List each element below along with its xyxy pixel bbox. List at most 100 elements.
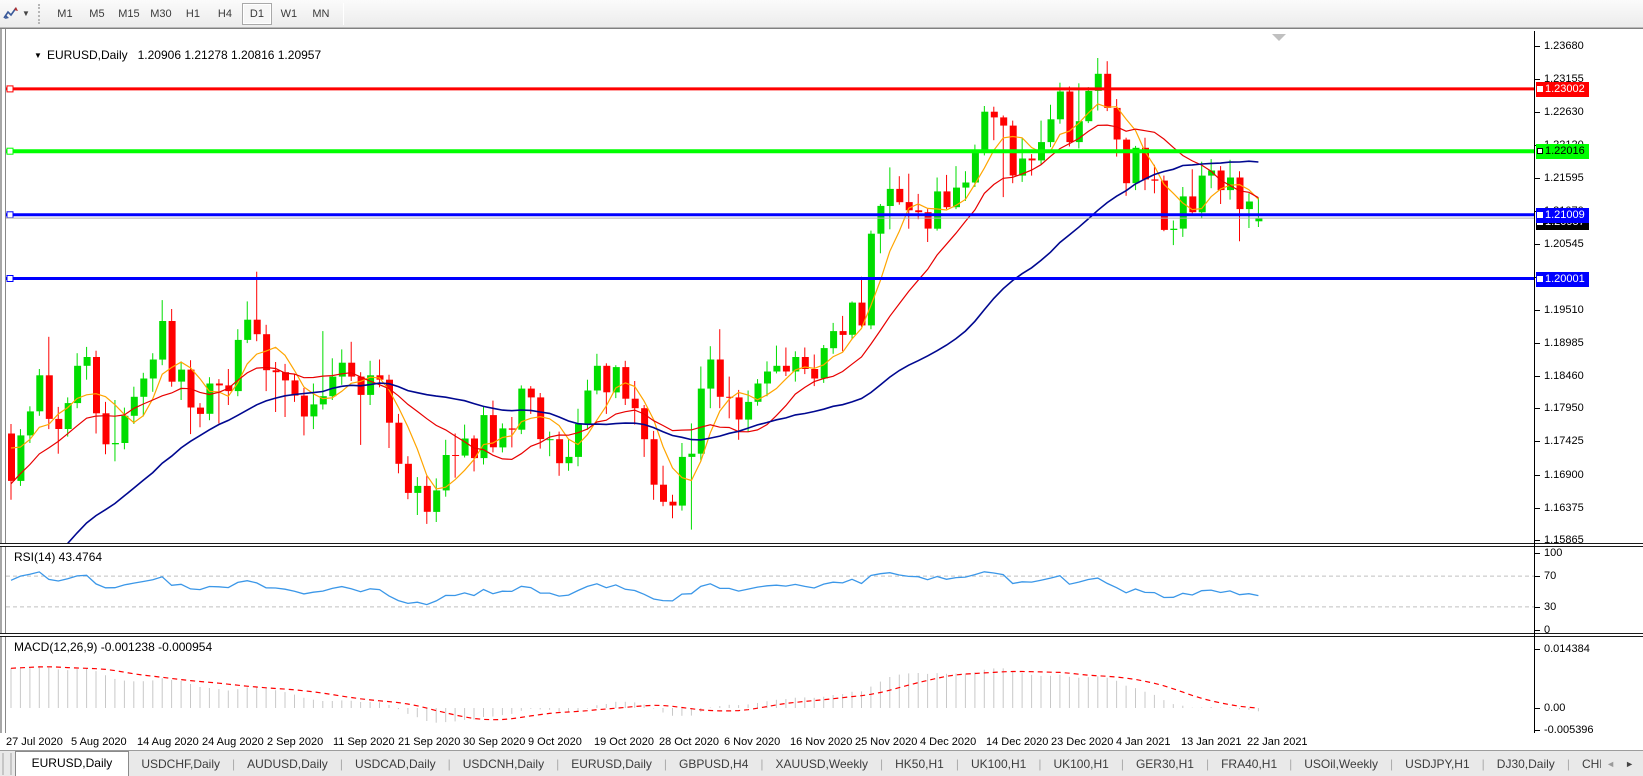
macd-canvas[interactable]	[6, 637, 1534, 733]
candlestick-canvas[interactable]	[6, 31, 1534, 543]
axis-tick-label-1.23680: 1.23680	[1544, 40, 1584, 52]
time-axis-label-24-aug-2020: 24 Aug 2020	[202, 736, 264, 748]
axis-tick	[1535, 475, 1540, 476]
timeframe-button-m15[interactable]: M15	[114, 3, 144, 25]
time-axis-label-16-nov-2020: 16 Nov 2020	[790, 736, 852, 748]
symbol-dropdown-icon[interactable]: ▼	[34, 51, 42, 60]
chart-tabs: EURUSD,DailyUSDCHF,Daily|AUDUSD,Daily|US…	[15, 751, 1602, 776]
chevron-down-icon[interactable]: ▼	[22, 9, 30, 18]
chart-ohlc-values: 1.20906 1.21278 1.20816 1.20957	[138, 48, 322, 62]
time-axis-label-4-dec-2020: 4 Dec 2020	[920, 736, 976, 748]
axis-tick-label-1.18460: 1.18460	[1544, 370, 1584, 382]
tabbar-grip	[2, 753, 12, 775]
axis-tick-label-1.21595: 1.21595	[1544, 172, 1584, 184]
tab-scroll-right-button[interactable]: ►	[1620, 759, 1639, 769]
axis-tick-label-1.17425: 1.17425	[1544, 435, 1584, 447]
chart-tab-ger30-h1[interactable]: GER30,H1	[1124, 753, 1206, 776]
chart-tab-china300-h1[interactable]: CHINA300,H1	[1570, 753, 1601, 776]
time-axis-label-25-nov-2020: 25 Nov 2020	[855, 736, 917, 748]
axis-tick-label-1.18985: 1.18985	[1544, 337, 1584, 349]
timeframe-button-mn[interactable]: MN	[306, 3, 336, 25]
chart-tab-usdcad-daily[interactable]: USDCAD,Daily	[343, 753, 448, 776]
axis-tick-label-1.16375: 1.16375	[1544, 502, 1584, 514]
tab-scroll-left-button[interactable]: ◄	[1601, 759, 1620, 769]
time-axis-label-27-jul-2020: 27 Jul 2020	[6, 736, 63, 748]
axis-tick	[1535, 607, 1540, 608]
price-axis[interactable]: 1.236801.231551.226301.221201.215951.210…	[1534, 31, 1643, 733]
timeframe-button-group: M1M5M15M30H1H4D1W1MN	[49, 3, 337, 25]
time-axis-label-19-oct-2020: 19 Oct 2020	[594, 736, 654, 748]
tab-scroll-controls: ◄ ►	[1601, 751, 1643, 776]
chart-tab-fra40-h1[interactable]: FRA40,H1	[1209, 753, 1289, 776]
time-axis-label-6-nov-2020: 6 Nov 2020	[724, 736, 780, 748]
axis-tick-label-rsi-70: 70	[1544, 570, 1556, 582]
chart-tab-eurusd-daily[interactable]: EURUSD,Daily	[15, 751, 130, 776]
chart-tab-hk50-h1[interactable]: HK50,H1	[883, 753, 956, 776]
chart-tab-usdcnh-daily[interactable]: USDCNH,Daily	[451, 753, 556, 776]
timeframe-button-w1[interactable]: W1	[274, 3, 304, 25]
line-anchor-icon	[1537, 212, 1543, 218]
chart-tab-gbpusd-h4[interactable]: GBPUSD,H4	[667, 753, 760, 776]
axis-tick-label-macd--0.005396: -0.005396	[1544, 724, 1594, 736]
axis-tick	[1535, 178, 1540, 179]
axis-tick-label-1.20545: 1.20545	[1544, 238, 1584, 250]
chart-tab-usoil-weekly[interactable]: USOil,Weekly	[1292, 753, 1390, 776]
axis-tick	[1535, 730, 1540, 731]
top-toolbar: ▼ M1M5M15M30H1H4D1W1MN	[0, 0, 1643, 28]
line-anchor-icon	[1537, 148, 1543, 154]
axis-tick	[1535, 79, 1540, 80]
toolbar-grip[interactable]	[38, 4, 45, 24]
chart-tab-eurusd-daily[interactable]: EURUSD,Daily	[559, 753, 664, 776]
hline-price-tag-1.21009: 1.21009	[1536, 208, 1589, 223]
axis-tick	[1535, 540, 1540, 541]
time-axis-label-23-dec-2020: 23 Dec 2020	[1051, 736, 1113, 748]
chart-shift-marker-icon[interactable]	[1272, 34, 1286, 41]
timeframe-button-h4[interactable]: H4	[210, 3, 240, 25]
timeframe-button-m1[interactable]: M1	[50, 3, 80, 25]
time-axis-label-14-aug-2020: 14 Aug 2020	[137, 736, 199, 748]
axis-tick	[1535, 46, 1540, 47]
chart-tab-dj30-daily[interactable]: DJ30,Daily	[1485, 753, 1567, 776]
chart-tab-xauusd-weekly[interactable]: XAUUSD,Weekly	[764, 753, 880, 776]
chart-arrows-icon	[3, 6, 19, 22]
macd-label: MACD(12,26,9) -0.001238 -0.000954	[14, 640, 212, 654]
price-chart-pane[interactable]: ▼EURUSD,Daily1.20906 1.21278 1.20816 1.2…	[6, 31, 1534, 543]
axis-tick	[1535, 630, 1540, 631]
time-axis-label-2-sep-2020: 2 Sep 2020	[267, 736, 323, 748]
axis-tick	[1535, 244, 1540, 245]
chart-tab-bar: EURUSD,DailyUSDCHF,Daily|AUDUSD,Daily|US…	[0, 750, 1643, 776]
macd-indicator-pane[interactable]: MACD(12,26,9) -0.001238 -0.000954	[6, 637, 1534, 733]
chart-tab-usdchf-daily[interactable]: USDCHF,Daily	[129, 753, 232, 776]
rsi-indicator-pane[interactable]: RSI(14) 43.4764	[6, 547, 1534, 633]
chart-window: ▼EURUSD,Daily1.20906 1.21278 1.20816 1.2…	[0, 28, 1643, 750]
price-axis-line	[1534, 31, 1535, 733]
line-anchor-icon	[1537, 276, 1543, 282]
chart-tool-button[interactable]: ▼	[0, 6, 34, 22]
timeframe-button-h1[interactable]: H1	[178, 3, 208, 25]
time-axis-label-4-jan-2021: 4 Jan 2021	[1116, 736, 1170, 748]
chart-tab-audusd-daily[interactable]: AUDUSD,Daily	[235, 753, 340, 776]
timeframe-button-m5[interactable]: M5	[82, 3, 112, 25]
line-anchor-icon	[1537, 86, 1543, 92]
time-axis[interactable]: 27 Jul 20205 Aug 202014 Aug 202024 Aug 2…	[6, 733, 1534, 751]
axis-tick	[1535, 708, 1540, 709]
chart-tab-uk100-h1[interactable]: UK100,H1	[959, 753, 1038, 776]
rsi-canvas[interactable]	[6, 547, 1534, 633]
axis-tick	[1535, 508, 1540, 509]
axis-tick	[1535, 441, 1540, 442]
hline-price-tag-1.23002: 1.23002	[1536, 82, 1589, 97]
axis-tick	[1535, 310, 1540, 311]
axis-tick-label-rsi-100: 100	[1544, 547, 1562, 559]
axis-tick	[1535, 343, 1540, 344]
chart-tab-usdjpy-h1[interactable]: USDJPY,H1	[1393, 753, 1481, 776]
axis-tick-label-1.22630: 1.22630	[1544, 106, 1584, 118]
axis-tick	[1535, 376, 1540, 377]
time-axis-label-14-dec-2020: 14 Dec 2020	[986, 736, 1048, 748]
axis-tick	[1535, 576, 1540, 577]
time-axis-label-30-sep-2020: 30 Sep 2020	[463, 736, 525, 748]
time-axis-label-9-oct-2020: 9 Oct 2020	[528, 736, 582, 748]
timeframe-button-d1[interactable]: D1	[242, 3, 272, 25]
axis-tick	[1535, 553, 1540, 554]
chart-tab-uk100-h1[interactable]: UK100,H1	[1041, 753, 1120, 776]
timeframe-button-m30[interactable]: M30	[146, 3, 176, 25]
